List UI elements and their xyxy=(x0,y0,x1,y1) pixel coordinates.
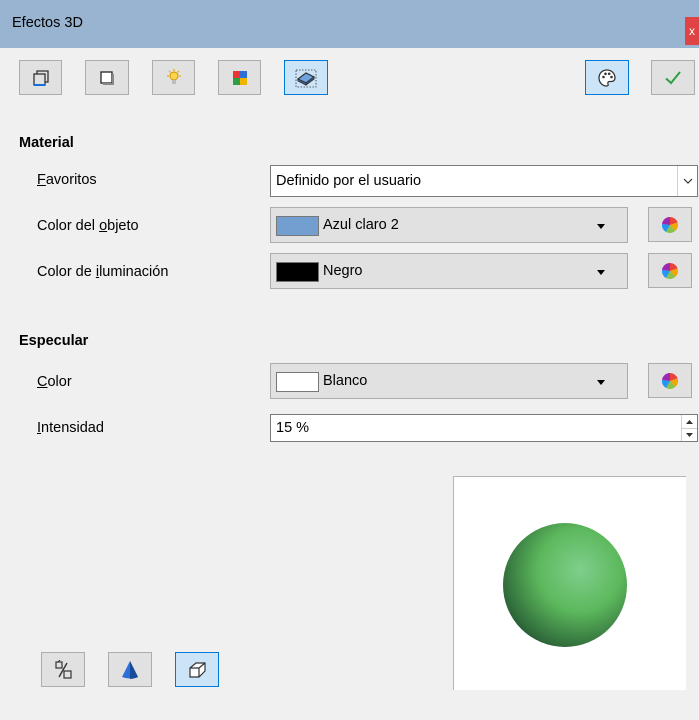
intensity-value: 15 % xyxy=(276,420,310,436)
illumination-color-dropdown[interactable]: Negro xyxy=(270,253,628,289)
favorites-label: Favoritos xyxy=(37,172,97,188)
favorites-dropdown-button[interactable] xyxy=(677,166,697,196)
illumination-color-value: Negro xyxy=(323,263,363,279)
dropdown-arrow-icon xyxy=(597,270,605,275)
spin-down-icon xyxy=(686,432,693,437)
lathe-object-icon xyxy=(122,660,138,679)
apply-button[interactable] xyxy=(651,60,695,95)
specular-heading: Especular xyxy=(19,333,89,349)
geometry-icon xyxy=(32,69,49,86)
title-bar: Efectos 3D x xyxy=(0,0,699,48)
color-wheel-icon xyxy=(661,262,678,279)
illumination-color-label: Color de iluminación xyxy=(37,264,169,280)
specular-color-dropdown[interactable]: Blanco xyxy=(270,363,628,399)
object-color-dropdown[interactable]: Azul claro 2 xyxy=(270,207,628,243)
color-wheel-icon xyxy=(661,372,678,389)
object-color-swatch xyxy=(276,216,319,236)
object-color-label: Color del objeto xyxy=(37,218,139,234)
material-icon xyxy=(295,69,317,87)
dropdown-arrow-icon xyxy=(597,224,605,229)
illumination-color-swatch xyxy=(276,262,319,282)
material-button[interactable] xyxy=(284,60,328,95)
illumination-icon xyxy=(166,68,181,84)
spin-up-icon xyxy=(686,419,693,424)
object-color-picker-button[interactable] xyxy=(648,207,692,242)
material-heading: Material xyxy=(19,135,74,151)
intensity-spinbox[interactable]: 15 % xyxy=(270,414,698,442)
lathe-object-button[interactable] xyxy=(108,652,152,687)
color-wheel-icon xyxy=(661,216,678,233)
illumination-color-picker-button[interactable] xyxy=(648,253,692,288)
geometry-button[interactable] xyxy=(19,60,62,95)
specular-color-swatch xyxy=(276,372,319,392)
object-color-value: Azul claro 2 xyxy=(323,217,399,233)
illumination-button[interactable] xyxy=(152,60,195,95)
convert-to-3d-button[interactable] xyxy=(41,652,85,687)
textures-button[interactable] xyxy=(218,60,261,95)
convert-to-3d-icon xyxy=(55,659,72,679)
favorites-select[interactable]: Definido por el usuario xyxy=(270,165,698,197)
preview-panel xyxy=(453,476,686,690)
chevron-down-icon xyxy=(683,178,692,184)
textures-icon xyxy=(232,70,247,85)
palette-icon xyxy=(598,68,616,87)
close-button[interactable]: x xyxy=(685,17,699,45)
shading-button[interactable] xyxy=(85,60,129,95)
intensity-up-button[interactable] xyxy=(681,415,697,429)
favorites-value: Definido por el usuario xyxy=(276,173,422,189)
shading-icon xyxy=(100,70,114,85)
intensity-down-button[interactable] xyxy=(681,428,697,441)
dropdown-arrow-icon xyxy=(597,380,605,385)
window-title: Efectos 3D xyxy=(12,15,83,31)
preview-sphere xyxy=(503,523,627,647)
close-icon: x xyxy=(689,24,695,38)
specular-color-value: Blanco xyxy=(323,373,368,389)
assign-button[interactable] xyxy=(585,60,629,95)
intensity-label: Intensidad xyxy=(37,420,104,436)
check-icon xyxy=(665,70,681,84)
specular-color-picker-button[interactable] xyxy=(648,363,692,398)
specular-color-label: Color xyxy=(37,374,72,390)
perspective-icon xyxy=(189,661,206,678)
perspective-button[interactable] xyxy=(175,652,219,687)
